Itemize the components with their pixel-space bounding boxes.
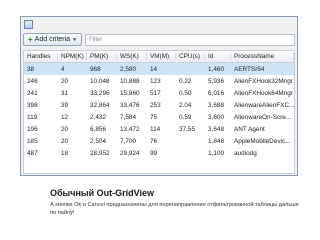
table-cell: 20 bbox=[61, 77, 69, 85]
table-cell: 119 bbox=[27, 113, 38, 121]
table-cell: 3,688 bbox=[208, 101, 224, 109]
table-cell: 15,960 bbox=[120, 89, 140, 97]
table-cell: ANT Agent bbox=[234, 126, 265, 134]
table-cell: 12 bbox=[61, 113, 69, 121]
column-header[interactable]: WS(K) bbox=[117, 53, 147, 60]
column-header[interactable]: VM(M) bbox=[147, 53, 176, 60]
table-cell: 5,936 bbox=[208, 77, 224, 85]
caption-text: А кнопки Ok и Cancel предназначены для п… bbox=[50, 202, 299, 216]
table-cell: 3,648 bbox=[208, 126, 224, 134]
grid-header-row: Handles NPM(K) PM(K) WS(K) VM(M) CPU(s) … bbox=[24, 51, 294, 63]
table-cell: 20 bbox=[61, 126, 69, 134]
table-cell: 1,460 bbox=[208, 65, 224, 73]
table-cell: 75 bbox=[150, 113, 158, 121]
table-cell: 253 bbox=[150, 101, 161, 109]
table-cell: 20 bbox=[61, 138, 69, 146]
table-cell: AlienwareAlienFXC... bbox=[234, 101, 294, 109]
column-header[interactable]: NPM(K) bbox=[58, 53, 87, 60]
table-row[interactable]: 246 20 10,048 10,888 123 0.22 5,936 AlienFXHook… bbox=[24, 75, 294, 87]
table-cell: 7,700 bbox=[120, 138, 136, 146]
window-app-icon bbox=[24, 20, 33, 29]
table-cell: 10,048 bbox=[90, 77, 110, 85]
table-cell: 10,888 bbox=[120, 77, 140, 85]
column-header[interactable]: Handles bbox=[24, 53, 58, 60]
table-cell: 2.04 bbox=[179, 101, 192, 109]
table-cell: AlienFXHook32Mngr bbox=[234, 77, 293, 85]
table-cell: AppleMobileDevic... bbox=[234, 138, 291, 146]
grid-body: 38 4 968 2,580 14 1,460 AERTSr64 246 20 10,048 10,… bbox=[24, 63, 294, 160]
table-cell: 241 bbox=[27, 89, 38, 97]
table-cell: 517 bbox=[150, 89, 161, 97]
table-cell: 487 bbox=[27, 150, 38, 158]
table-cell: 6,856 bbox=[90, 126, 106, 134]
table-cell: 33,296 bbox=[90, 89, 110, 97]
chevron-down-icon: ▼ bbox=[72, 36, 78, 43]
add-criteria-label: Add criteria bbox=[34, 36, 71, 43]
add-criteria-button[interactable]: + Add criteria ▼ bbox=[23, 33, 83, 46]
table-cell: 33,476 bbox=[120, 101, 140, 109]
table-cell: 31 bbox=[61, 89, 69, 97]
table-row[interactable]: 119 12 2,432 7,584 75 0.59 3,600 AlienwareOn-Sc… bbox=[24, 111, 294, 123]
table-cell: 18 bbox=[61, 150, 69, 158]
table-cell: 28,952 bbox=[90, 150, 110, 158]
table-cell: 14 bbox=[150, 65, 158, 73]
table-cell: 2,504 bbox=[90, 138, 106, 146]
table-cell: 398 bbox=[27, 101, 38, 109]
table-cell: 114 bbox=[150, 126, 161, 134]
table-cell: audiodg bbox=[234, 150, 257, 158]
table-cell: AERTSr64 bbox=[234, 65, 265, 73]
table-cell: 99 bbox=[150, 150, 158, 158]
table-row[interactable]: 398 39 32,864 33,476 253 2.04 3,688 AlienwareAl… bbox=[24, 99, 294, 111]
filter-bar: + Add criteria ▼ Filter bbox=[23, 31, 295, 48]
table-row[interactable]: 241 31 33,296 15,960 517 0.50 6,016 AlienFXHook… bbox=[24, 87, 294, 99]
caption-title: Обычный Out-GridView bbox=[50, 188, 154, 198]
table-cell: 0.50 bbox=[179, 89, 192, 97]
table-cell: 185 bbox=[27, 138, 38, 146]
plus-icon: + bbox=[28, 34, 33, 44]
table-cell: 7,584 bbox=[120, 113, 136, 121]
table-cell: AlienFXHook64Mngr bbox=[234, 89, 293, 97]
table-cell: 2,580 bbox=[120, 65, 136, 73]
table-cell: 39 bbox=[61, 101, 69, 109]
table-cell: 123 bbox=[150, 77, 161, 85]
table-row[interactable]: 38 4 968 2,580 14 1,460 AERTSr64 bbox=[24, 63, 294, 76]
table-cell: 4 bbox=[61, 65, 65, 73]
column-header[interactable]: CPU(s) bbox=[176, 53, 205, 60]
table-cell: 37.55 bbox=[179, 126, 195, 134]
filter-input[interactable]: Filter bbox=[85, 33, 295, 46]
table-cell: 968 bbox=[90, 65, 101, 73]
table-cell: 76 bbox=[150, 138, 158, 146]
column-header[interactable]: Id bbox=[205, 53, 231, 60]
process-grid: Handles NPM(K) PM(K) WS(K) VM(M) CPU(s) … bbox=[23, 50, 295, 174]
column-header[interactable]: PM(K) bbox=[87, 53, 117, 60]
table-cell: 13,472 bbox=[120, 126, 140, 134]
table-cell: AlienwareOn-Scre... bbox=[234, 113, 292, 121]
table-cell: 1,100 bbox=[208, 150, 224, 158]
table-cell: 0.59 bbox=[179, 113, 192, 121]
table-cell: 196 bbox=[27, 126, 38, 134]
table-cell: 246 bbox=[27, 77, 38, 85]
column-header[interactable]: ProcessName bbox=[231, 53, 294, 60]
table-cell: 29,924 bbox=[120, 150, 140, 158]
table-row[interactable]: 487 18 28,952 29,924 99 1,100 audiodg bbox=[24, 148, 294, 160]
table-cell: 6,016 bbox=[208, 89, 224, 97]
table-row[interactable]: 185 20 2,504 7,700 76 1,848 AppleMobileDevic..… bbox=[24, 136, 294, 148]
out-gridview-window: + Add criteria ▼ Filter Handles NPM(K) P… bbox=[20, 16, 298, 176]
table-cell: 2,432 bbox=[90, 113, 106, 121]
table-cell: 32,864 bbox=[90, 101, 110, 109]
table-cell: 1,848 bbox=[208, 138, 224, 146]
table-cell: 38 bbox=[27, 65, 35, 73]
table-cell: 3,600 bbox=[208, 113, 224, 121]
table-row[interactable]: 196 20 6,856 13,472 114 37.55 3,648 ANT Agent bbox=[24, 123, 294, 135]
table-cell: 0.22 bbox=[179, 77, 192, 85]
